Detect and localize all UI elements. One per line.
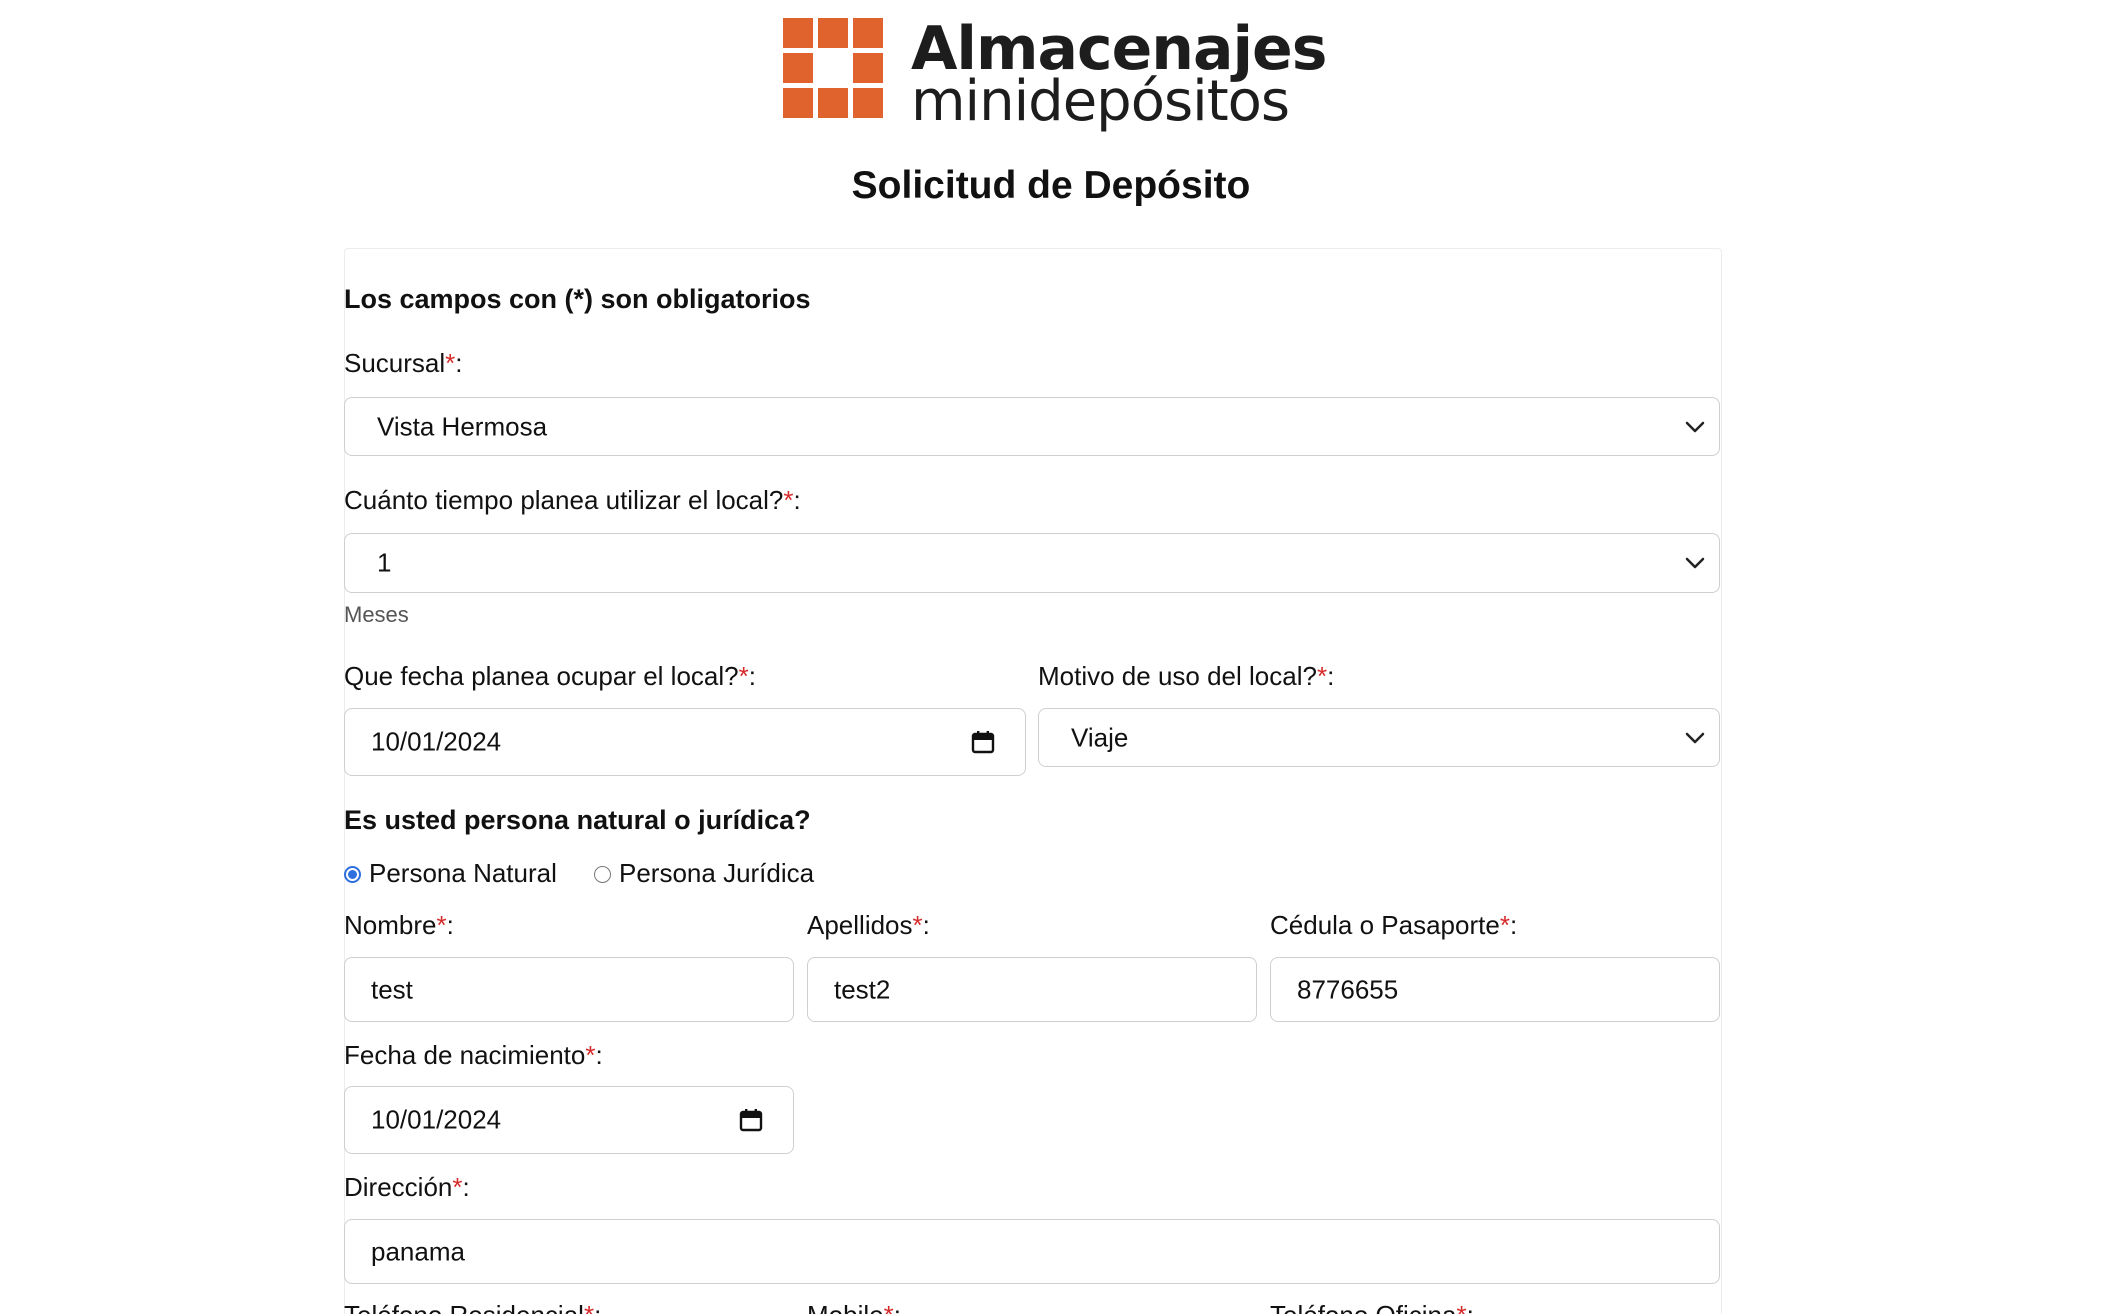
nacimiento-value: 10/01/2024 [371, 1104, 502, 1135]
logo-line-2: minidepósitos [911, 69, 1290, 134]
required-asterisk: * [445, 348, 456, 378]
logo-grid-icon [783, 18, 883, 118]
cedula-input[interactable]: 8776655 [1270, 957, 1720, 1022]
telefono-oficina-label: Teléfono Oficina*: [1270, 1300, 1474, 1314]
direccion-label: Dirección*: [344, 1172, 470, 1203]
required-asterisk: * [884, 1300, 894, 1314]
fecha-ocupar-label: Que fecha planea ocupar el local?*: [344, 661, 756, 692]
chevron-down-icon [1685, 732, 1705, 743]
label-colon: : [446, 910, 454, 940]
radio-button[interactable] [594, 866, 611, 883]
required-asterisk: * [1456, 1300, 1466, 1314]
required-asterisk: * [584, 1300, 594, 1314]
radio-label: Persona Natural [369, 858, 557, 888]
nombre-label: Nombre*: [344, 910, 454, 941]
required-asterisk: * [436, 910, 447, 940]
telefono-movil-label-text: Mobile [807, 1300, 884, 1314]
calendar-icon[interactable] [971, 730, 995, 754]
motivo-selected-value: Viaje [1071, 722, 1129, 752]
motivo-select[interactable]: Viaje [1038, 708, 1720, 767]
motivo-label: Motivo de uso del local?*: [1038, 661, 1334, 692]
telefono-oficina-label-text: Teléfono Oficina [1270, 1300, 1456, 1314]
telefono-residencial-label-text: Teléfono Residencial [344, 1300, 584, 1314]
nombre-value: test [371, 974, 413, 1004]
logo-wordmark: Almacenajes minidepósitos [911, 18, 1327, 134]
cedula-value: 8776655 [1297, 974, 1399, 1004]
label-colon: : [1467, 1300, 1474, 1314]
label-colon: : [595, 1040, 603, 1070]
label-colon: : [894, 1300, 901, 1314]
fecha-ocupar-value: 10/01/2024 [371, 726, 502, 757]
nacimiento-date-input[interactable]: 10/01/2024 [344, 1086, 794, 1154]
calendar-icon[interactable] [739, 1108, 763, 1132]
apellidos-label-text: Apellidos [807, 910, 913, 940]
persona-question: Es usted persona natural o jurídica? [344, 805, 811, 835]
radio-button-checked[interactable] [344, 866, 361, 883]
nombre-label-text: Nombre [344, 910, 437, 940]
label-colon: : [1327, 661, 1335, 691]
direccion-label-text: Dirección [344, 1172, 453, 1202]
telefono-movil-label: Mobile*: [807, 1300, 901, 1314]
required-asterisk: * [738, 661, 749, 691]
tiempo-help-text: Meses [344, 602, 409, 627]
tiempo-select[interactable]: 1 [344, 533, 1720, 593]
chevron-down-icon [1685, 557, 1705, 569]
tiempo-selected-value: 1 [377, 547, 392, 578]
sucursal-label-text: Sucursal [344, 348, 446, 378]
radio-persona-natural[interactable]: Persona Natural [344, 858, 557, 889]
apellidos-input[interactable]: test2 [807, 957, 1257, 1022]
page-title: Solicitud de Depósito [851, 164, 1251, 207]
fecha-ocupar-label-text: Que fecha planea ocupar el local? [344, 661, 739, 691]
sucursal-label: Sucursal*: [344, 348, 463, 379]
required-asterisk: * [452, 1172, 463, 1202]
direccion-input[interactable]: panama [344, 1219, 1720, 1284]
apellidos-value: test2 [834, 974, 891, 1004]
motivo-label-text: Motivo de uso del local? [1038, 661, 1317, 691]
label-colon: : [455, 348, 463, 378]
label-colon: : [748, 661, 756, 691]
required-note: Los campos con (*) son obligatorios [344, 284, 811, 314]
label-colon: : [1509, 910, 1518, 940]
nombre-input[interactable]: test [344, 957, 794, 1022]
required-asterisk: * [912, 910, 923, 940]
tiempo-label: Cuánto tiempo planea utilizar el local?*… [344, 485, 801, 516]
label-colon: : [594, 1300, 601, 1314]
fecha-ocupar-date-input[interactable]: 10/01/2024 [344, 708, 1026, 776]
page: Almacenajes minidepósitos Solicitud de D… [0, 0, 2102, 1314]
tiempo-label-text: Cuánto tiempo planea utilizar el local? [344, 485, 784, 515]
apellidos-label: Apellidos*: [807, 910, 930, 941]
label-colon: : [462, 1172, 470, 1202]
label-colon: : [793, 485, 801, 515]
sucursal-select[interactable]: Vista Hermosa [344, 397, 1720, 456]
sucursal-selected-value: Vista Hermosa [377, 411, 548, 441]
label-colon: : [922, 910, 930, 940]
direccion-value: panama [371, 1236, 465, 1266]
required-asterisk: * [783, 485, 794, 515]
nacimiento-label: Fecha de nacimiento*: [344, 1040, 603, 1071]
radio-persona-juridica[interactable]: Persona Jurídica [594, 858, 814, 889]
radio-label: Persona Jurídica [619, 858, 815, 888]
nacimiento-label-text: Fecha de nacimiento [344, 1040, 586, 1070]
chevron-down-icon [1685, 421, 1705, 432]
required-asterisk: * [585, 1040, 596, 1070]
required-asterisk: * [1316, 661, 1328, 691]
brand-logo[interactable]: Almacenajes minidepósitos [783, 18, 1327, 136]
required-asterisk: * [1499, 910, 1510, 940]
cedula-label: Cédula o Pasaporte*: [1270, 910, 1517, 941]
cedula-label-text: Cédula o Pasaporte [1270, 910, 1500, 940]
telefono-residencial-label: Teléfono Residencial*: [344, 1300, 601, 1314]
